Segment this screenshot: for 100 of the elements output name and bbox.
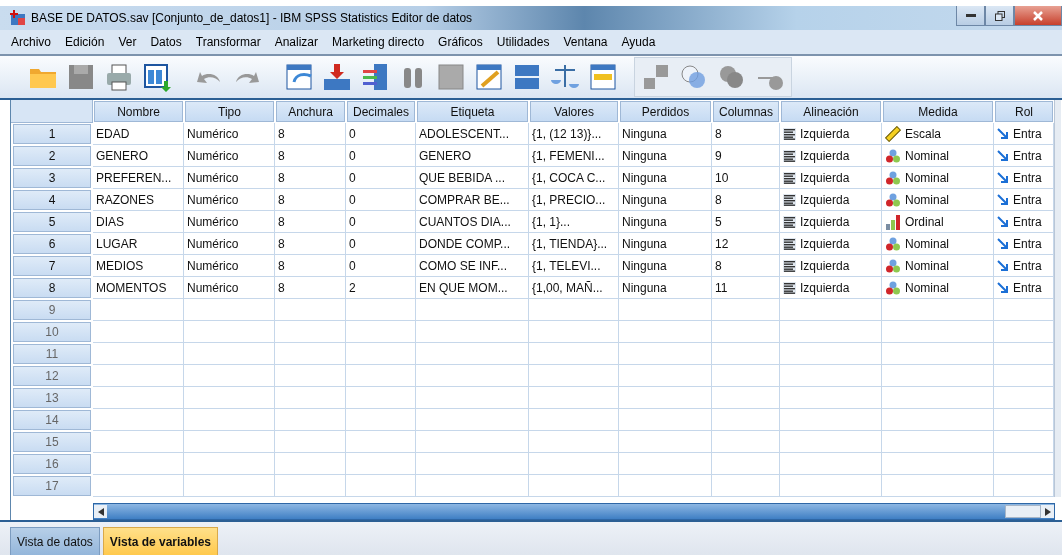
window-title: BASE DE DATOS.sav [Conjunto_de_datos1] - IBM SPSS Statistics Editor de datos <box>31 11 473 25</box>
app-icon <box>10 10 26 26</box>
column-header[interactable]: Medida <box>883 101 993 122</box>
table-cell: MEDIOS <box>93 255 184 277</box>
row-header[interactable]: 11 <box>13 344 91 364</box>
row-header[interactable]: 4 <box>13 190 91 210</box>
table-cell: Numérico <box>184 277 275 299</box>
row-header[interactable]: 17 <box>13 476 91 496</box>
scroll-left-button[interactable] <box>94 505 107 519</box>
save-icon[interactable] <box>66 62 96 92</box>
insert-row-icon[interactable] <box>322 62 352 92</box>
cell-text: Izquierda <box>800 170 850 185</box>
menu-item[interactable]: Archivo <box>4 35 58 49</box>
column-header[interactable]: Anchura <box>276 101 345 122</box>
table-cell: {1, (12 13)}... <box>529 123 619 145</box>
cell-text: Nominal <box>905 192 949 207</box>
column-header[interactable]: Rol <box>995 101 1053 122</box>
row-header[interactable]: 12 <box>13 366 91 386</box>
row-header[interactable]: 2 <box>13 146 91 166</box>
table-cell: 0 <box>346 255 416 277</box>
minimize-button[interactable] <box>956 6 985 26</box>
table-cell: Numérico <box>184 167 275 189</box>
menu-item[interactable]: Ventana <box>556 35 615 49</box>
cell-text: Entra <box>1013 280 1042 295</box>
menu-item[interactable]: Analizar <box>267 35 325 49</box>
row-header[interactable]: 8 <box>13 278 91 298</box>
table-cell: Ninguna <box>619 167 712 189</box>
table-cell: Ninguna <box>619 145 712 167</box>
menu-item[interactable]: Transformar <box>188 35 268 49</box>
row-header[interactable]: 3 <box>13 168 91 188</box>
table-icon[interactable] <box>284 62 314 92</box>
row-header[interactable]: 15 <box>13 432 91 452</box>
close-button[interactable] <box>1014 6 1062 26</box>
table-cell: 0 <box>346 211 416 233</box>
split-table-icon[interactable] <box>512 62 542 92</box>
table-edit-icon[interactable] <box>474 62 504 92</box>
arrow-icon <box>997 127 1009 140</box>
cell-text: Izquierda <box>800 280 850 295</box>
arrow-icon <box>997 259 1009 272</box>
cell-text: Entra <box>1013 258 1042 273</box>
insert-column-icon[interactable] <box>360 62 390 92</box>
table-cell: Numérico <box>184 211 275 233</box>
table-cell: COMO SE INF... <box>416 255 529 277</box>
align-left-icon <box>783 259 796 272</box>
row-header[interactable]: 14 <box>13 410 91 430</box>
arrow-icon <box>997 149 1009 162</box>
cell-text: Nominal <box>905 148 949 163</box>
column-header[interactable]: Etiqueta <box>417 101 528 122</box>
restore-button[interactable] <box>985 6 1014 26</box>
cell-text: Izquierda <box>800 236 850 251</box>
column-header[interactable]: Alineación <box>781 101 881 122</box>
cell-text: Nominal <box>905 170 949 185</box>
table-cell: Numérico <box>184 255 275 277</box>
table-cell: EN QUE MOM... <box>416 277 529 299</box>
row-header[interactable]: 13 <box>13 388 91 408</box>
left-arrow-icon <box>97 507 104 516</box>
column-header[interactable]: Decimales <box>347 101 415 122</box>
cell-text: Izquierda <box>800 192 850 207</box>
table-cell: 8 <box>275 145 346 167</box>
row-header[interactable]: 6 <box>13 234 91 254</box>
row-header[interactable]: 10 <box>13 322 91 342</box>
align-left-icon <box>783 281 796 294</box>
menu-item[interactable]: Edición <box>58 35 112 49</box>
table-cell: 0 <box>346 123 416 145</box>
three-balls-icon <box>885 235 901 252</box>
arrow-icon <box>997 193 1009 206</box>
view-tab[interactable]: Vista de variables <box>102 527 219 555</box>
column-header[interactable]: Valores <box>530 101 618 122</box>
menu-item[interactable]: Datos <box>143 35 189 49</box>
menu-item[interactable]: Utilidades <box>489 35 557 49</box>
row-header[interactable]: 9 <box>13 300 91 320</box>
row-header[interactable]: 1 <box>13 124 91 144</box>
table-cell: 12 <box>712 233 780 255</box>
scroll-thumb[interactable] <box>1005 505 1041 519</box>
menu-item[interactable]: Ayuda <box>614 35 663 49</box>
menu-item[interactable]: Marketing directo <box>325 35 432 49</box>
column-header[interactable]: Tipo <box>185 101 274 122</box>
column-header[interactable]: Nombre <box>94 101 183 122</box>
table-cell: Ninguna <box>619 255 712 277</box>
table-cell: Ninguna <box>619 123 712 145</box>
column-header[interactable]: Columnas <box>713 101 779 122</box>
table-cell: Ninguna <box>619 233 712 255</box>
row-header[interactable]: 7 <box>13 256 91 276</box>
table-cell: Numérico <box>184 189 275 211</box>
scroll-right-button[interactable] <box>1041 505 1054 519</box>
print-icon[interactable] <box>104 62 134 92</box>
table-cell: 0 <box>346 145 416 167</box>
minimize-icon <box>965 13 976 18</box>
table-cell: {1, PRECIO... <box>529 189 619 211</box>
menu-item[interactable]: Gráficos <box>431 35 490 49</box>
column-header[interactable]: Perdidos <box>620 101 711 122</box>
row-header[interactable]: 5 <box>13 212 91 232</box>
row-header[interactable]: 16 <box>13 454 91 474</box>
table-cell: Numérico <box>184 123 275 145</box>
menu-item[interactable]: Ver <box>111 35 144 49</box>
view-tab[interactable]: Vista de datos <box>10 527 100 555</box>
three-balls-icon <box>885 147 901 164</box>
table-cell: PREFEREN... <box>93 167 184 189</box>
table-icon[interactable] <box>588 62 618 92</box>
table-cell: MOMENTOS <box>93 277 184 299</box>
